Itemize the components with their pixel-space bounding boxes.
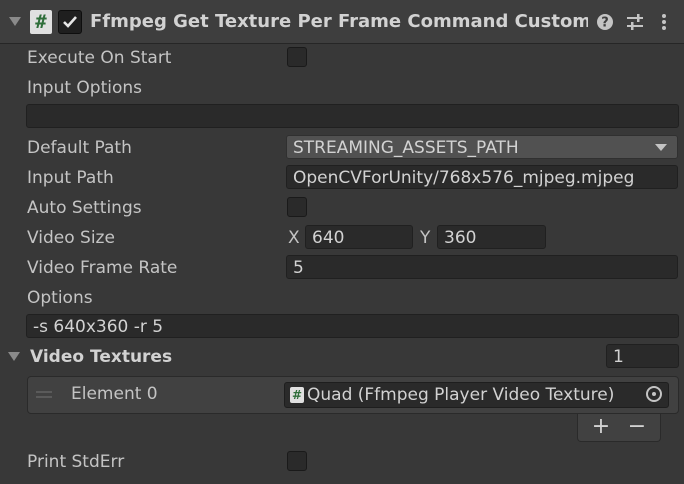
print-stderr-checkbox[interactable] xyxy=(287,451,307,471)
element-0-object-field[interactable]: # Quad (Ffmpeg Player Video Texture) xyxy=(284,382,669,408)
input-options-field[interactable] xyxy=(26,104,679,128)
foldout-arrow-icon[interactable] xyxy=(9,17,21,26)
dropdown-arrow-icon xyxy=(655,144,667,151)
input-path-label: Input Path xyxy=(27,168,114,188)
input-path-field[interactable]: OpenCVForUnity/768x576_mjpeg.mjpeg xyxy=(286,165,678,189)
video-size-label: Video Size xyxy=(27,228,115,248)
list-footer: + − xyxy=(577,414,661,442)
video-size-y-field[interactable]: 360 xyxy=(437,225,546,249)
print-stderr-label: Print StdErr xyxy=(27,452,125,472)
video-textures-size-field[interactable]: 1 xyxy=(606,344,679,368)
video-textures-foldout-icon[interactable] xyxy=(8,352,20,361)
video-size-y-label[interactable]: Y xyxy=(420,225,430,251)
default-path-value: STREAMING_ASSETS_PATH xyxy=(293,138,519,158)
help-icon[interactable]: ? xyxy=(594,10,616,34)
svg-text:?: ? xyxy=(601,16,609,31)
remove-element-button[interactable]: − xyxy=(620,414,654,440)
drag-handle-icon-line[interactable] xyxy=(36,396,52,398)
execute-on-start-checkbox[interactable] xyxy=(287,47,307,67)
element-0-value: Quad (Ffmpeg Player Video Texture) xyxy=(307,385,615,405)
element-0-label: Element 0 xyxy=(71,384,158,404)
default-path-dropdown[interactable]: STREAMING_ASSETS_PATH xyxy=(286,135,678,159)
presets-icon[interactable] xyxy=(624,10,646,34)
script-icon: # xyxy=(290,387,304,403)
object-picker-icon[interactable] xyxy=(646,386,662,402)
component-enabled-checkbox[interactable] xyxy=(58,10,82,34)
input-options-label: Input Options xyxy=(27,78,143,98)
drag-handle-icon[interactable] xyxy=(36,391,52,393)
add-element-button[interactable]: + xyxy=(584,414,618,440)
default-path-label: Default Path xyxy=(27,138,132,158)
auto-settings-checkbox[interactable] xyxy=(287,197,307,217)
video-frame-rate-label: Video Frame Rate xyxy=(27,258,178,278)
video-size-x-label[interactable]: X xyxy=(288,225,300,251)
auto-settings-label: Auto Settings xyxy=(27,198,142,218)
video-textures-label[interactable]: Video Textures xyxy=(30,344,172,370)
component-title: Ffmpeg Get Texture Per Frame Command Cus… xyxy=(90,11,588,32)
checkmark-icon xyxy=(63,16,77,28)
object-picker-dot xyxy=(652,392,656,396)
kebab-menu-icon[interactable] xyxy=(654,10,674,34)
video-size-x-field[interactable]: 640 xyxy=(305,225,413,249)
options-label: Options xyxy=(27,288,93,308)
script-icon: # xyxy=(30,10,52,34)
video-frame-rate-field[interactable]: 5 xyxy=(286,255,678,279)
execute-on-start-label: Execute On Start xyxy=(27,48,172,68)
options-field[interactable]: -s 640x360 -r 5 xyxy=(26,314,679,338)
